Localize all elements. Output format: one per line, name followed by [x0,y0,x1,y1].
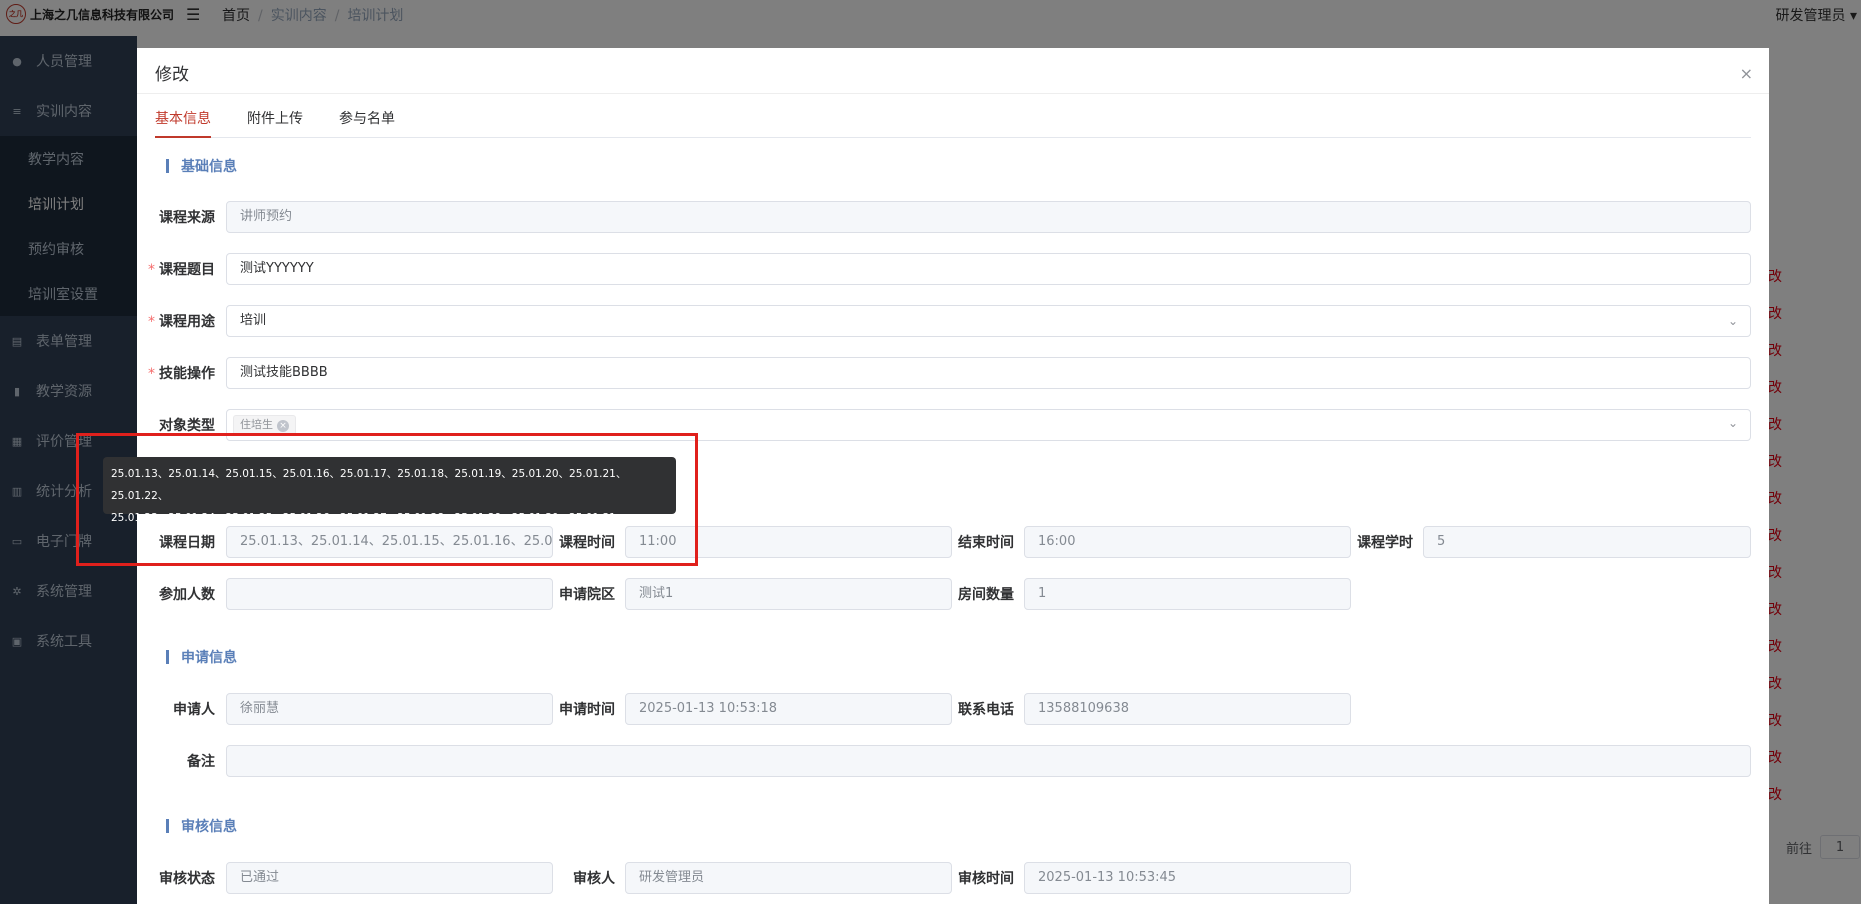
label-phone: 联系电话 [958,702,1014,718]
section-title-review: 审核信息 [166,816,237,836]
tab-participant-list[interactable]: 参与名单 [339,108,395,138]
close-icon[interactable]: × [1740,64,1753,83]
annotation-highlight-box [76,433,698,566]
course-hours-field: 5 [1423,526,1751,558]
apply-time-field: 2025-01-13 10:53:18 [625,693,952,725]
review-status-field: 已通过 [226,862,553,894]
tab-basic-info[interactable]: 基本信息 [155,108,211,138]
label-skill-operation: * 技能操作 [137,363,215,383]
required-mark: * [148,262,155,278]
section-bar [166,159,169,173]
label-course-topic: * 课程题目 [137,259,215,279]
course-purpose-select[interactable]: 培训 ⌄ [226,305,1751,337]
participant-count-field [226,578,553,610]
required-mark: * [148,314,155,330]
label-target-type: 对象类型 [159,418,215,434]
dialog-tabs: 基本信息 附件上传 参与名单 [155,108,1751,138]
label-remark: 备注 [187,754,215,770]
chevron-down-icon: ⌄ [1727,314,1738,328]
label-review-time: 审核时间 [958,871,1014,887]
course-topic-input[interactable]: 测试YYYYYY [226,253,1751,285]
chevron-down-icon: ⌄ [1727,416,1738,430]
course-source-field: 讲师预约 [226,201,1751,233]
label-course-source: 课程来源 [159,210,215,226]
label-apply-time: 申请时间 [559,702,615,718]
label-apply-campus: 申请院区 [559,587,615,603]
section-title-basic: 基础信息 [166,156,237,176]
dialog-title: 修改 [155,65,189,85]
label-text: 技能操作 [159,366,215,382]
label-course-hours: 课程学时 [1357,535,1413,551]
label-text: 课程题目 [159,262,215,278]
dialog-header: 修改 × [137,48,1769,94]
label-reviewer: 审核人 [573,871,615,887]
reviewer-field: 研发管理员 [625,862,952,894]
label-course-purpose: * 课程用途 [137,311,215,331]
required-mark: * [148,366,155,382]
tab-attachment-upload[interactable]: 附件上传 [247,108,303,138]
section-title-text: 审核信息 [181,819,237,835]
label-text: 课程用途 [159,314,215,330]
apply-campus-field: 测试1 [625,578,952,610]
tag-label: 住培生 [240,418,273,431]
phone-field: 13588109638 [1024,693,1351,725]
label-end-time: 结束时间 [958,535,1014,551]
course-purpose-value: 培训 [240,313,267,328]
label-applicant: 申请人 [173,702,215,718]
tag-close-icon[interactable]: × [277,420,289,432]
section-title-text: 申请信息 [181,650,237,666]
applicant-field: 徐丽慧 [226,693,553,725]
section-title-apply: 申请信息 [166,647,237,667]
room-count-field: 1 [1024,578,1351,610]
target-tag: 住培生 × [233,415,296,435]
label-room-count: 房间数量 [958,587,1014,603]
skill-operation-input[interactable]: 测试技能BBBB [226,357,1751,389]
end-time-field: 16:00 [1024,526,1351,558]
label-review-status: 审核状态 [159,871,215,887]
section-bar [166,650,169,664]
remark-field [226,745,1751,777]
section-bar [166,819,169,833]
review-time-field: 2025-01-13 10:53:45 [1024,862,1351,894]
section-title-text: 基础信息 [181,159,237,175]
label-participant-count: 参加人数 [159,587,215,603]
